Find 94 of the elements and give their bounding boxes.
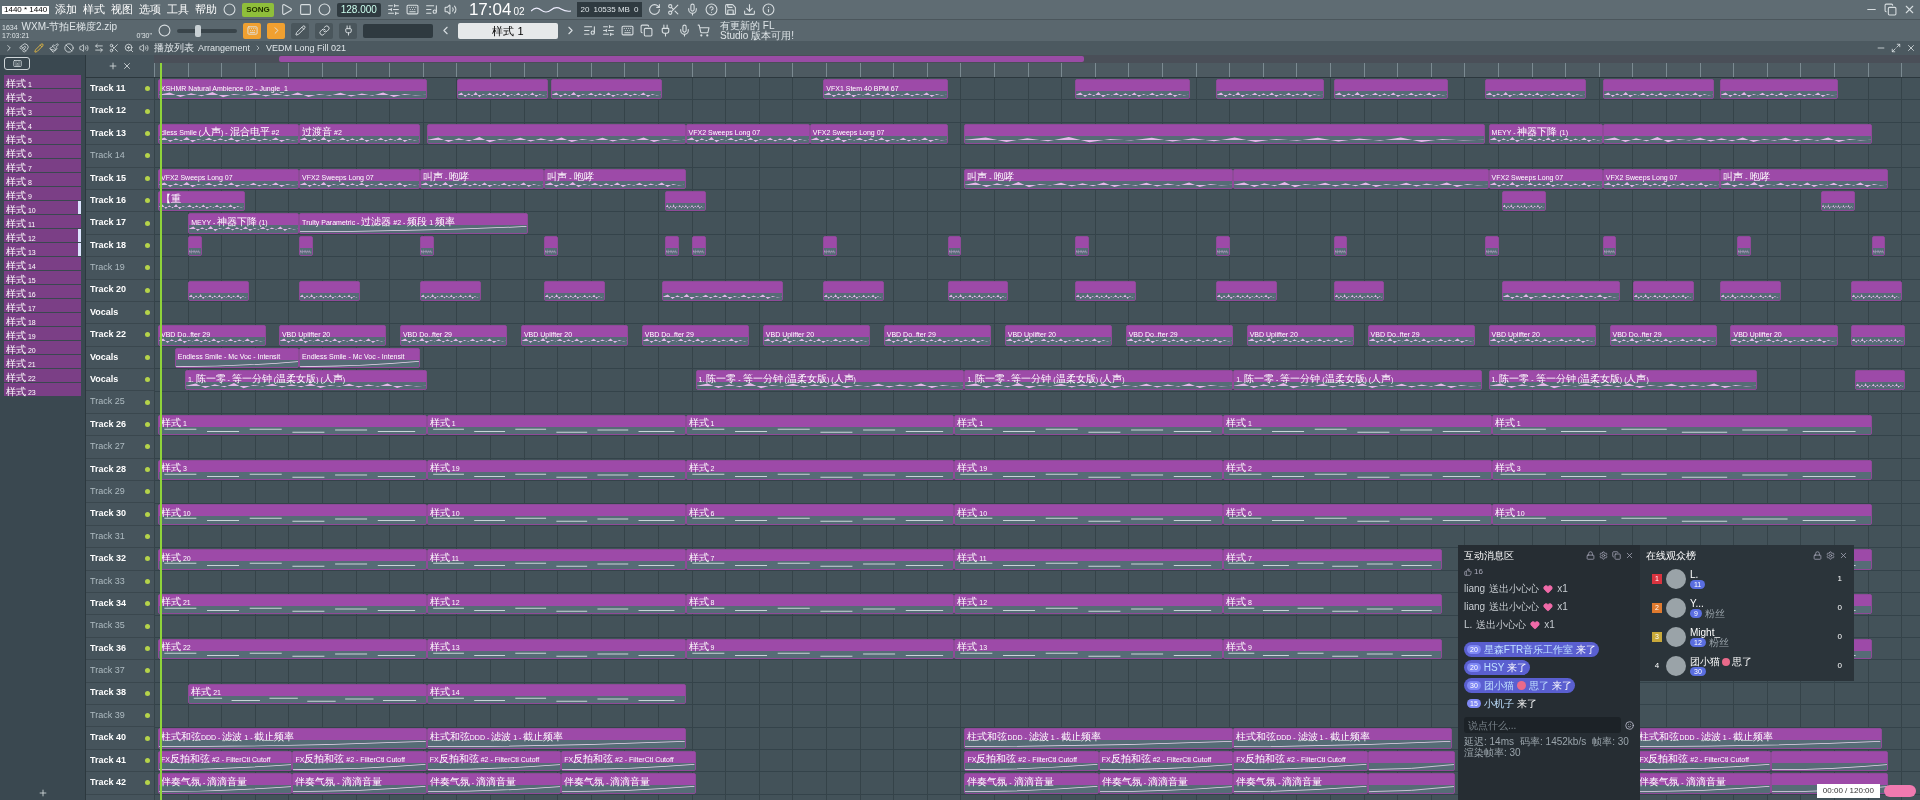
track-name: Track 26 [90,417,127,431]
chat-title: 互动消息区 [1464,549,1514,563]
audio-clip[interactable]: 【重 [158,190,246,212]
user-name-suffix: 思了 [1528,679,1549,693]
arrangement-name: VEDM Long Fill 021 [266,43,347,53]
gift-count: x1 [1557,582,1568,596]
user-name: 小机子 [1483,697,1514,711]
rank-number: 4 [1653,660,1661,672]
polyphony-reading: 0 [633,3,639,16]
track-name: Track 40 [90,731,127,745]
track-name: Track 33 [90,574,125,588]
track-name: Track 19 [90,261,125,275]
user-name: liang [1464,600,1486,614]
entry-text: 来了 [1576,643,1597,657]
menu-item[interactable]: 视图 [111,4,134,15]
user-name: L. [1690,569,1699,580]
cpu-reading: 20 [580,3,590,16]
user-name: Might_ [1690,626,1720,638]
track-name: Track 32 [90,552,127,566]
user-name: 团小猫 [1690,656,1720,667]
file-name: WXM-节拍E梯度2.zip [21,22,118,32]
track-name: Track 42 [90,776,127,790]
track-name: Track 18 [90,238,127,252]
score: 0 [1837,602,1842,614]
track-name: Vocals [90,305,119,319]
entry-text: 来了 [1507,661,1528,675]
fan-tag: 粉丝 [1708,637,1729,648]
track-name: Vocals [90,350,119,364]
track-name: Track 39 [90,708,125,722]
track-name: Vocals [90,373,119,386]
menu-item[interactable]: 样式 [83,4,106,15]
hint-text: Studio 版本可用! [720,30,794,41]
track-name: Track 12 [90,104,127,118]
track-name: Track 27 [90,440,125,454]
hint-text: 有更新的 FL [720,20,775,31]
stream-stat: 渲染帧率: 30 [1464,747,1521,758]
track-name: Track 15 [90,171,127,185]
track-name: Track 25 [90,395,125,409]
score: 0 [1837,660,1842,672]
memory-reading: 10535 MB [593,3,630,16]
score: 1 [1837,573,1842,585]
audience-title: 在线观众榜 [1646,549,1696,563]
song-time-seconds: 02 [513,7,525,17]
track-name: Track 34 [90,596,127,610]
track-name: Track 13 [90,126,127,140]
user-name-suffix: 思了 [1732,656,1752,667]
entry-text: 来了 [1551,679,1572,693]
clip-label: 【重 [161,192,181,206]
menu-item[interactable]: 帮助 [195,4,218,15]
track-name: Track 38 [90,686,127,700]
stream-stat: 帧率: 30 [1592,736,1629,747]
tempo-field[interactable]: 128.000 [336,2,381,17]
track-name: Track 16 [90,193,127,207]
gift-message: 送出小心心 [1489,582,1540,596]
track-name: Track 14 [90,149,125,163]
user-name: 星森FTR音乐工作室 [1483,643,1574,657]
score: 0 [1837,631,1842,643]
user-name: Y... [1690,597,1704,609]
gift-message: 送出小心心 [1476,618,1527,632]
track-name: Track 41 [90,753,127,767]
like-count: 16 [1474,566,1483,578]
gift-count: x1 [1544,618,1555,632]
playback-time-toast: 00:00 / 120:00 [1816,784,1880,798]
fan-tag: 粉丝 [1704,608,1725,619]
track-name: Track 17 [90,216,127,230]
menu-item[interactable]: 选项 [139,4,162,15]
song-time: 17:04 [468,1,512,18]
view-name: Arrangement [198,43,251,53]
gift-count: x1 [1557,600,1568,614]
user-name: L. [1464,618,1473,632]
song-mode-button[interactable]: SONG [242,2,274,17]
pattern-selector[interactable]: 样式 1 [458,22,558,39]
track-name: Track 36 [90,641,127,655]
track-name: Track 28 [90,462,127,476]
track-name: Track 37 [90,664,125,678]
gift-message: 送出小心心 [1489,600,1540,614]
message-field[interactable]: 说点什么... [1464,717,1621,733]
menu-item[interactable]: 添加 [55,4,78,15]
track-name: Track 20 [90,283,127,297]
resolution-label: 1440 * 1440 [2,5,50,14]
user-name: 团小猫 [1483,679,1514,693]
entry-text: 来了 [1516,697,1537,711]
user-name: liang [1464,582,1486,596]
track-name: Track 22 [90,328,127,342]
window-title: 播放列表 [154,43,194,53]
track-name: Track 11 [90,81,126,95]
track-name: Track 29 [90,484,125,498]
menu-item[interactable]: 工具 [167,4,190,15]
track-name: Track 31 [90,529,125,543]
stream-stat: 码率: 1452kb/s [1520,736,1587,747]
track-name: Track 30 [90,507,127,521]
stream-stat: 延迟: 14ms [1464,736,1514,747]
track-name: Track 35 [90,619,125,633]
user-name: HSY [1483,661,1505,675]
